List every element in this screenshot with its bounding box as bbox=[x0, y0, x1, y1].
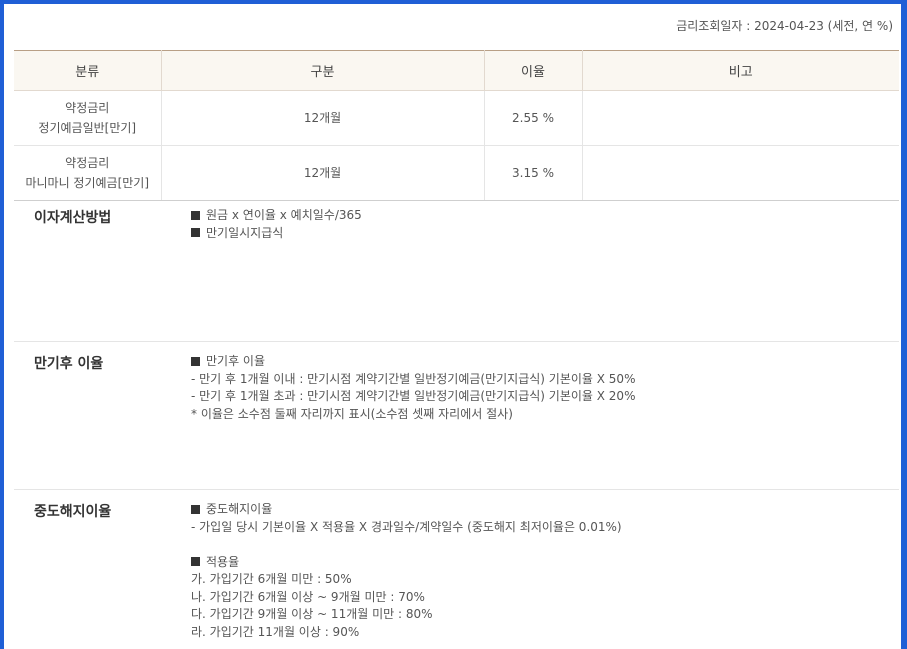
square-bullet-icon bbox=[191, 504, 200, 514]
section-body: 만기후 이율 - 만기 후 1개월 이내 : 만기시점 계약기간별 일반정기예금… bbox=[191, 353, 635, 423]
column-header-note: 비고 bbox=[581, 50, 899, 91]
section-title: 이자계산방법 bbox=[34, 210, 112, 226]
square-bullet-icon bbox=[191, 210, 200, 220]
square-bullet-icon bbox=[191, 356, 200, 366]
section-title: 중도해지이율 bbox=[34, 504, 112, 520]
row-category-type: 약정금리 bbox=[65, 101, 110, 115]
interest-calc-section: 이자계산방법 원금 x 연이율 x 예치일수/365 만기일시지급식 bbox=[14, 196, 899, 342]
row-category-type: 약정금리 bbox=[65, 156, 110, 170]
list-item: 가. 가입기간 6개월 미만 : 50% bbox=[191, 572, 352, 586]
list-item: - 만기 후 1개월 이내 : 만기시점 계약기간별 일반정기예금(만기지급식)… bbox=[191, 371, 636, 386]
column-header-category: 분류 bbox=[14, 50, 161, 91]
column-header-rate: 이율 bbox=[483, 50, 582, 91]
row-category-product: 정기예금일반[만기] bbox=[38, 121, 137, 135]
row-rate: 3.15 % bbox=[483, 145, 582, 201]
early-termination-section: 중도해지이율 중도해지이율 - 가입일 당시 기본이율 X 적용율 X 경과일수… bbox=[14, 490, 899, 649]
column-header-term: 구분 bbox=[160, 50, 484, 91]
section-body: 중도해지이율 - 가입일 당시 기본이율 X 적용율 X 경과일수/계약일수 (… bbox=[191, 501, 622, 641]
section-heading: 적용율 bbox=[191, 554, 622, 572]
row-note bbox=[581, 145, 899, 201]
table-header-row: 분류 구분 이율 비고 bbox=[14, 50, 899, 91]
list-item: * 이율은 소수점 둘째 자리까지 표시(소수점 셋째 자리에서 절사) bbox=[191, 406, 513, 421]
list-item: - 만기 후 1개월 초과 : 만기시점 계약기간별 일반정기예금(만기지급식)… bbox=[191, 389, 636, 403]
row-note bbox=[581, 90, 899, 146]
section-heading: 만기후 이율 bbox=[191, 353, 635, 371]
row-category: 약정금리 마니마니 정기예금[만기] bbox=[14, 145, 161, 201]
row-term: 12개월 bbox=[160, 145, 484, 201]
list-item: 라. 가입기간 11개월 이상 : 90% bbox=[191, 624, 360, 639]
table-row: 약정금리 마니마니 정기예금[만기] 12개월 3.15 % bbox=[14, 145, 899, 201]
list-item: 만기일시지급식 bbox=[191, 225, 362, 243]
rate-info-panel: 금리조회일자 : 2024-04-23 (세전, 연 %) 분류 구분 이율 비… bbox=[4, 4, 901, 649]
section-heading: 중도해지이율 bbox=[191, 501, 622, 519]
section-title: 만기후 이율 bbox=[34, 356, 104, 372]
list-item: 원금 x 연이율 x 예치일수/365 bbox=[191, 207, 362, 225]
row-term: 12개월 bbox=[160, 90, 484, 146]
section-body: 원금 x 연이율 x 예치일수/365 만기일시지급식 bbox=[191, 207, 362, 242]
query-date: 금리조회일자 : 2024-04-23 (세전, 연 %) bbox=[676, 19, 893, 33]
after-maturity-section: 만기후 이율 만기후 이율 - 만기 후 1개월 이내 : 만기시점 계약기간별… bbox=[14, 342, 899, 490]
row-category: 약정금리 정기예금일반[만기] bbox=[14, 90, 161, 146]
square-bullet-icon bbox=[191, 557, 200, 566]
square-bullet-icon bbox=[191, 228, 200, 237]
table-row: 약정금리 정기예금일반[만기] 12개월 2.55 % bbox=[14, 90, 899, 146]
row-rate: 2.55 % bbox=[483, 90, 582, 146]
list-item: 다. 가입기간 9개월 이상 ~ 11개월 미만 : 80% bbox=[191, 607, 433, 621]
list-item: 나. 가입기간 6개월 이상 ~ 9개월 미만 : 70% bbox=[191, 589, 425, 604]
row-category-product: 마니마니 정기예금[만기] bbox=[25, 176, 150, 190]
list-item: - 가입일 당시 기본이율 X 적용율 X 경과일수/계약일수 (중도해지 최저… bbox=[191, 519, 622, 534]
rate-table: 분류 구분 이율 비고 약정금리 정기예금일반[만기] 12개월 2.55 % … bbox=[14, 50, 899, 201]
